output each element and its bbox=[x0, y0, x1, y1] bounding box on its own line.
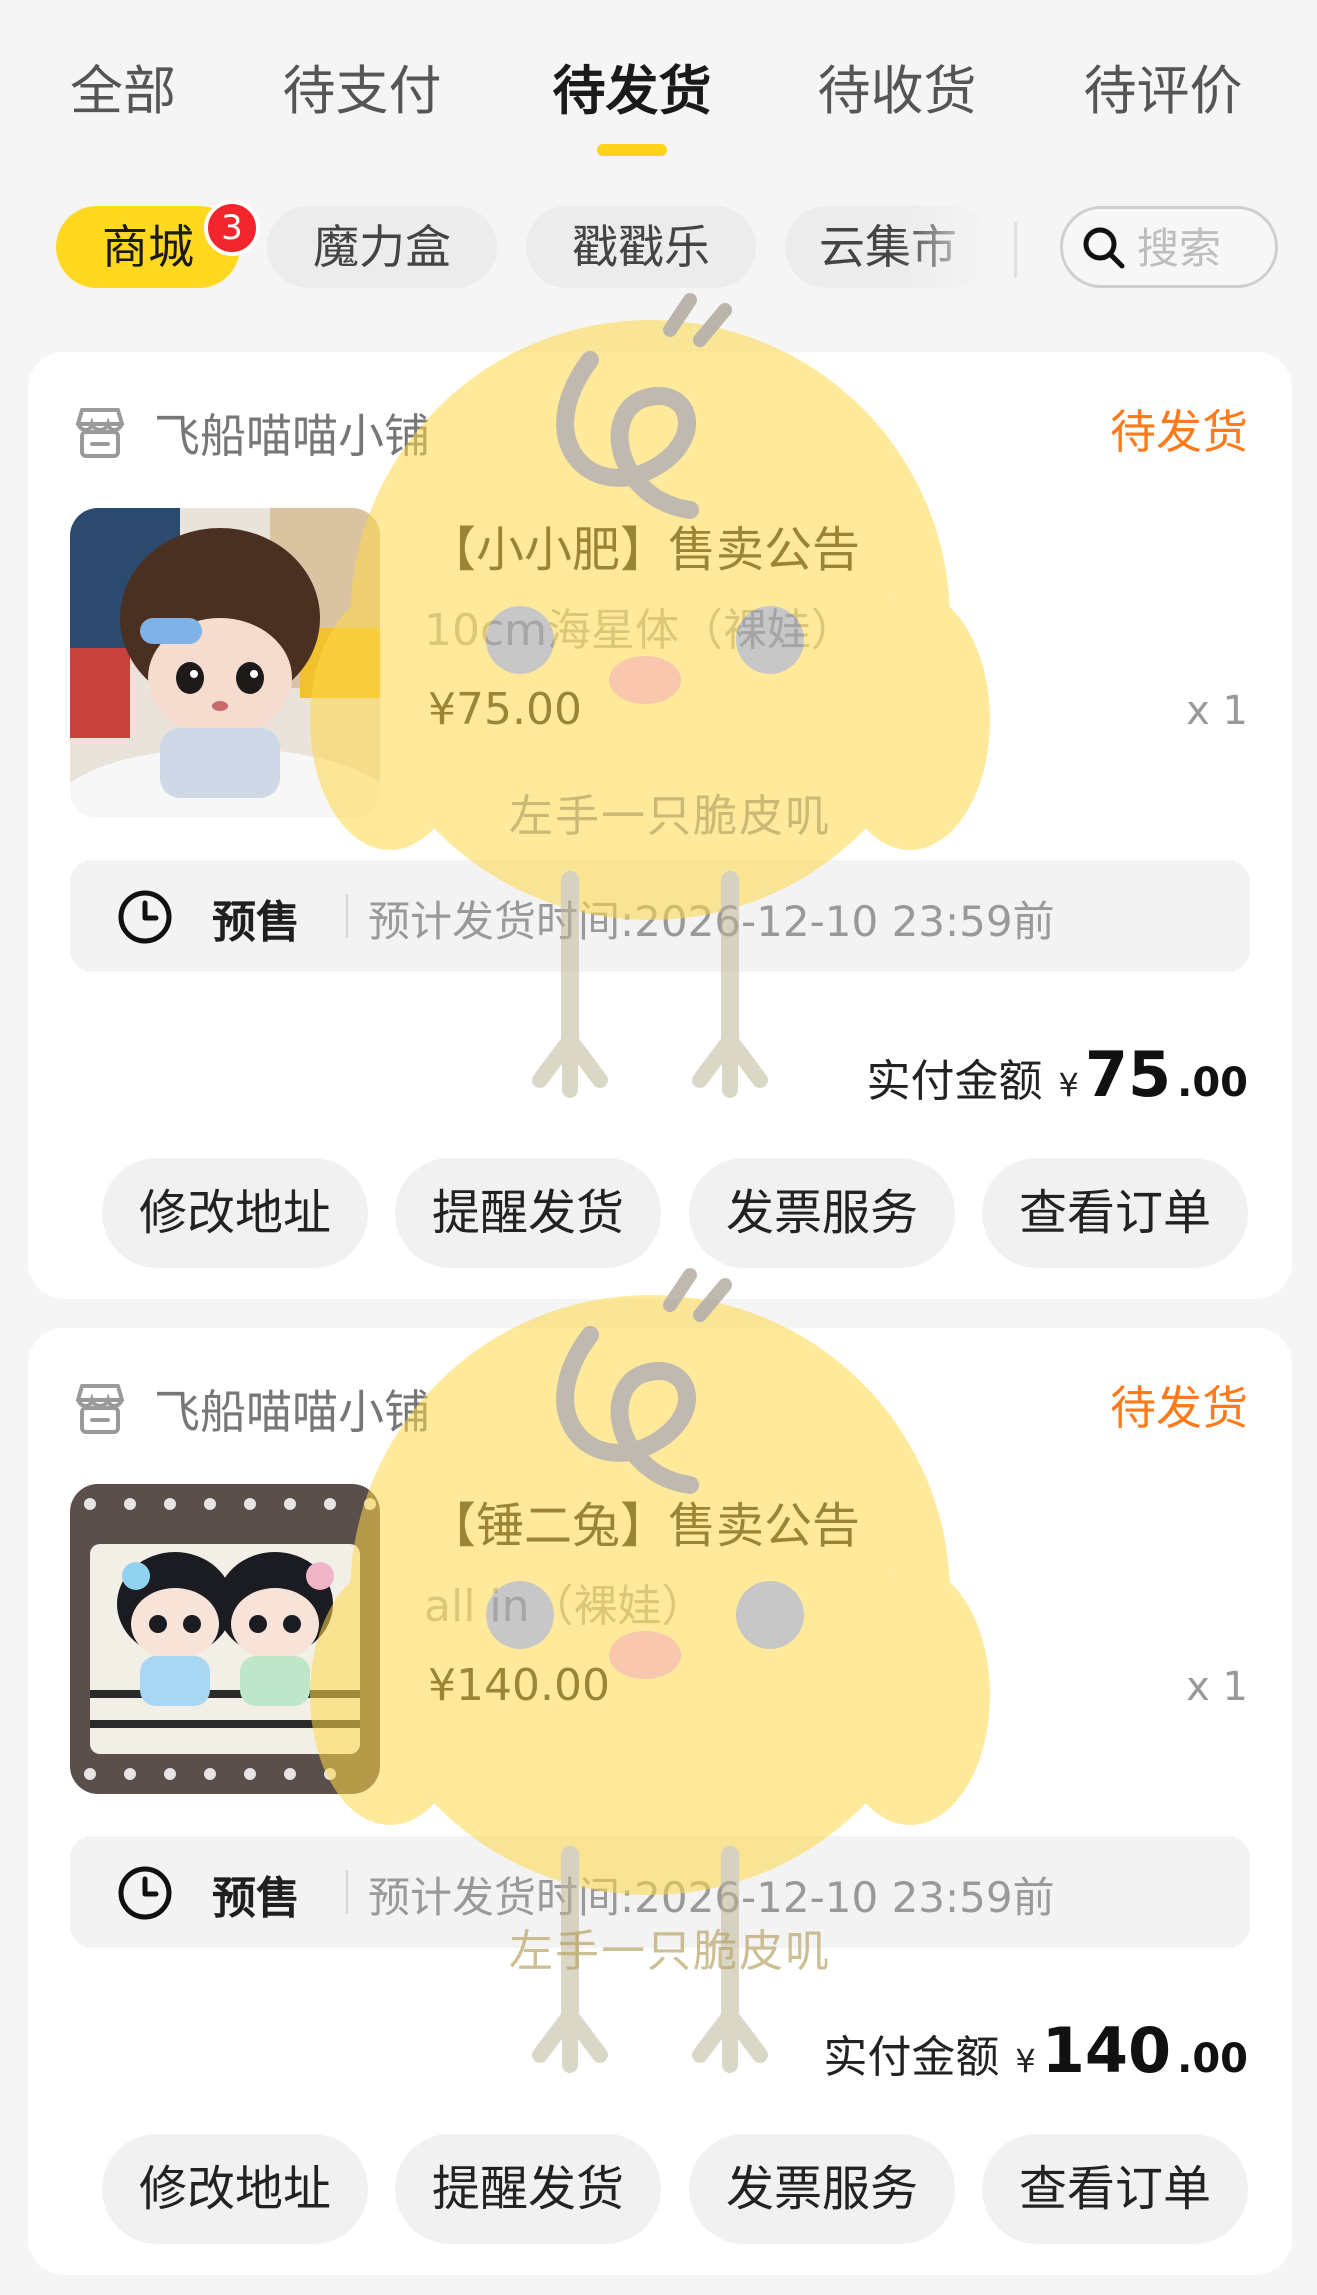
total-amount-decimal: .00 bbox=[1177, 1060, 1248, 1106]
store-icon bbox=[76, 1384, 124, 1434]
chip-mall-badge: 3 bbox=[204, 200, 260, 256]
orders-page: 全部 待支付 待发货 待收货 待评价 商城 3 魔力盒 戳戳乐 云集市 飞船喵喵… bbox=[0, 0, 1317, 2295]
total-paid: 实付金额 ¥ 140.00 bbox=[823, 2014, 1248, 2087]
chip-divider bbox=[1014, 222, 1017, 278]
estimated-ship-time: 预计发货时间:2026-12-10 23:59前 bbox=[368, 897, 1055, 946]
presale-label: 预售 bbox=[212, 1873, 300, 1924]
product-image[interactable] bbox=[70, 1484, 380, 1794]
total-label: 实付金额 bbox=[866, 1056, 1043, 1107]
tab-pending-payment[interactable]: 待支付 bbox=[262, 52, 462, 132]
store-icon bbox=[76, 408, 124, 458]
total-amount-integer: 75 bbox=[1084, 1038, 1172, 1111]
product-title[interactable]: 【小小肥】售卖公告 bbox=[428, 510, 860, 580]
chip-poke-fun[interactable]: 戳戳乐 bbox=[526, 206, 756, 288]
order-status-tabs: 全部 待支付 待发货 待收货 待评价 bbox=[0, 0, 1317, 170]
product-image[interactable] bbox=[70, 508, 380, 818]
product-quantity: x 1 bbox=[1186, 688, 1248, 734]
tab-pending-shipment[interactable]: 待发货 bbox=[532, 52, 732, 132]
search-box[interactable] bbox=[1060, 206, 1278, 288]
order-status: 待发货 bbox=[1110, 1381, 1248, 1435]
active-tab-indicator bbox=[597, 144, 667, 156]
chip-cloud-market[interactable]: 云集市 bbox=[785, 206, 991, 288]
tab-pending-receipt[interactable]: 待收货 bbox=[797, 52, 997, 132]
invoice-service-button[interactable]: 发票服务 bbox=[689, 1158, 955, 1268]
total-amount-decimal: .00 bbox=[1177, 2036, 1248, 2082]
product-spec: 10cm海星体（裸娃） bbox=[424, 605, 856, 656]
presale-divider bbox=[346, 1870, 348, 1914]
total-paid: 实付金额 ¥ 75.00 bbox=[866, 1038, 1249, 1111]
order-card[interactable]: 飞船喵喵小铺 待发货 【小小肥】售卖公告 10cm海星体（裸娃） ¥75.00 … bbox=[28, 352, 1292, 1299]
total-currency: ¥ bbox=[1058, 1066, 1079, 1104]
presale-divider bbox=[346, 894, 348, 938]
view-order-button[interactable]: 查看订单 bbox=[982, 2134, 1248, 2244]
tab-all[interactable]: 全部 bbox=[48, 52, 198, 132]
shop-name[interactable]: 飞船喵喵小铺 bbox=[154, 1376, 430, 1442]
presale-label: 预售 bbox=[212, 897, 300, 948]
clock-icon bbox=[118, 1866, 172, 1920]
chip-magic-box[interactable]: 魔力盒 bbox=[267, 206, 497, 288]
product-spec: all in（裸娃） bbox=[424, 1581, 706, 1632]
remind-shipment-button[interactable]: 提醒发货 bbox=[395, 1158, 661, 1268]
modify-address-button[interactable]: 修改地址 bbox=[102, 1158, 368, 1268]
product-price: ¥140.00 bbox=[428, 1660, 610, 1711]
presale-notice: 预售 预计发货时间:2026-12-10 23:59前 bbox=[70, 1836, 1250, 1948]
presale-notice: 预售 预计发货时间:2026-12-10 23:59前 bbox=[70, 860, 1250, 972]
total-label: 实付金额 bbox=[823, 2032, 1000, 2083]
total-currency: ¥ bbox=[1015, 2042, 1036, 2080]
product-title[interactable]: 【锤二兔】售卖公告 bbox=[428, 1486, 860, 1556]
shop-name[interactable]: 飞船喵喵小铺 bbox=[154, 400, 430, 466]
product-price: ¥75.00 bbox=[428, 684, 582, 735]
total-amount-integer: 140 bbox=[1041, 2014, 1172, 2087]
clock-icon bbox=[118, 890, 172, 944]
search-input[interactable] bbox=[1137, 221, 1267, 275]
order-status: 待发货 bbox=[1110, 405, 1248, 459]
search-icon bbox=[1083, 227, 1125, 269]
modify-address-button[interactable]: 修改地址 bbox=[102, 2134, 368, 2244]
remind-shipment-button[interactable]: 提醒发货 bbox=[395, 2134, 661, 2244]
category-chips: 商城 3 魔力盒 戳戳乐 云集市 bbox=[0, 200, 1317, 292]
order-card[interactable]: 飞船喵喵小铺 待发货 【锤二兔】售卖公告 all in（裸娃） ¥140.00 … bbox=[28, 1328, 1292, 2275]
product-quantity: x 1 bbox=[1186, 1664, 1248, 1710]
invoice-service-button[interactable]: 发票服务 bbox=[689, 2134, 955, 2244]
view-order-button[interactable]: 查看订单 bbox=[982, 1158, 1248, 1268]
tab-pending-review[interactable]: 待评价 bbox=[1063, 52, 1263, 132]
estimated-ship-time: 预计发货时间:2026-12-10 23:59前 bbox=[368, 1873, 1055, 1922]
